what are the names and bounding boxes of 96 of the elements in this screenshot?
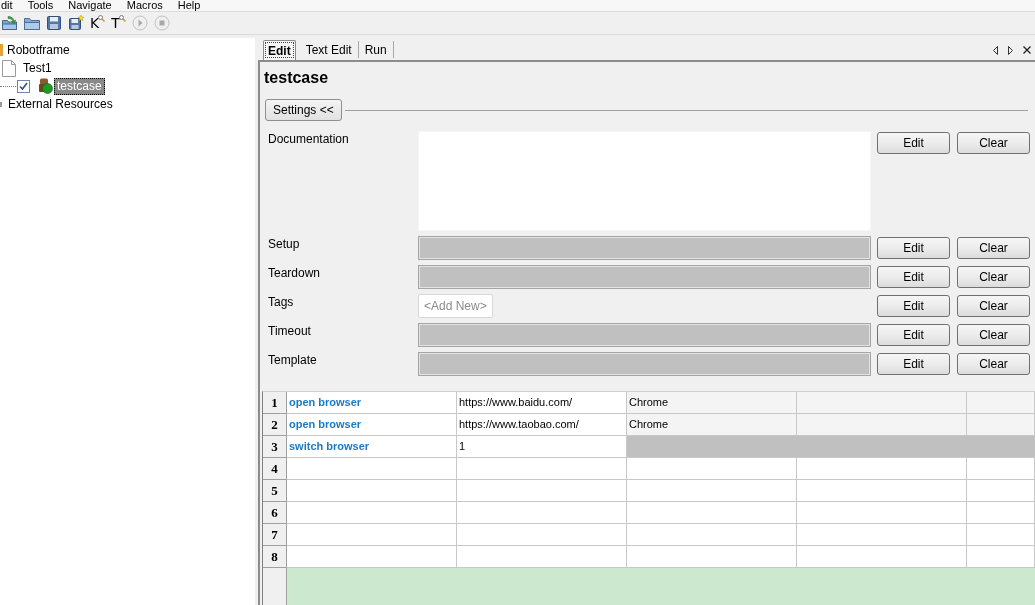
setting-label: Template (268, 352, 318, 367)
search-button[interactable]: T (111, 14, 126, 32)
tab[interactable]: Run (358, 41, 394, 58)
setting-button[interactable]: Clear (957, 237, 1030, 259)
magnifier-icon (118, 14, 126, 22)
setting-label: Timeout (268, 323, 312, 338)
setting-button[interactable]: Clear (957, 353, 1030, 375)
search-button[interactable]: K (90, 14, 106, 32)
tree-item[interactable]: Test1 (20, 59, 55, 77)
table-cell[interactable] (797, 414, 967, 436)
row-number: 2 (263, 414, 287, 436)
keyword-cell[interactable]: open browser (287, 392, 457, 414)
table-cell[interactable]: https://www.taobao.com/ (457, 414, 627, 436)
row-number: 6 (263, 502, 287, 524)
table-cell[interactable] (967, 414, 1035, 436)
table-cell[interactable] (797, 524, 967, 546)
setting-button[interactable]: Clear (957, 324, 1030, 346)
table-cell[interactable] (457, 546, 627, 568)
tree-line (0, 85, 16, 87)
row-number: 8 (263, 546, 287, 568)
row-number: 1 (263, 392, 287, 414)
row-number: 7 (263, 524, 287, 546)
row-number: 3 (263, 436, 287, 458)
magnifier-icon (98, 14, 106, 22)
table-cell[interactable]: Chrome (627, 414, 797, 436)
table-cell[interactable]: 1 (457, 436, 627, 458)
setting-button[interactable]: Edit (877, 266, 950, 288)
folder-icon[interactable] (24, 15, 40, 31)
setting-button[interactable]: Edit (877, 132, 950, 154)
table-cell[interactable] (967, 502, 1035, 524)
tab[interactable]: Edit (263, 40, 296, 60)
tree-item[interactable]: External Resources (5, 95, 116, 113)
table-cell[interactable] (627, 458, 797, 480)
row-number: 4 (263, 458, 287, 480)
close-icon[interactable] (1023, 46, 1031, 54)
add-new-tag[interactable]: <Add New> (418, 294, 493, 318)
table-cell[interactable] (627, 480, 797, 502)
setting-button[interactable]: Clear (957, 132, 1030, 154)
robot-icon (38, 78, 53, 94)
setting-label: Tags (268, 294, 295, 309)
table-cell[interactable] (797, 392, 967, 414)
keyword-cell[interactable]: open browser (287, 414, 457, 436)
table-cell[interactable] (457, 524, 627, 546)
setting-button[interactable]: Clear (957, 266, 1030, 288)
settings-toggle-button[interactable]: Settings << (265, 99, 342, 121)
table-cell[interactable] (967, 524, 1035, 546)
table-cell[interactable]: https://www.baidu.com/ (457, 392, 627, 414)
checkbox[interactable] (17, 79, 30, 93)
table-cell[interactable] (627, 524, 797, 546)
tab[interactable]: Text Edit (299, 41, 359, 58)
table-cell[interactable] (797, 502, 967, 524)
setting-button[interactable]: Clear (957, 295, 1030, 317)
value-field[interactable] (418, 323, 871, 347)
menu-item[interactable]: dit (1, 0, 13, 11)
menu-item[interactable]: Tools (27, 0, 54, 11)
triangle-right-icon[interactable] (1008, 45, 1013, 55)
table-cell[interactable] (627, 502, 797, 524)
table-cell[interactable] (967, 458, 1035, 480)
table-cell[interactable] (967, 480, 1035, 502)
table-cell[interactable] (457, 458, 627, 480)
table-cell[interactable] (287, 480, 457, 502)
row-number: 5 (263, 480, 287, 502)
table-cell[interactable] (287, 458, 457, 480)
table-cell[interactable] (457, 502, 627, 524)
table-cell[interactable] (797, 458, 967, 480)
table-cell[interactable] (627, 546, 797, 568)
menu-item[interactable]: Help (177, 0, 201, 11)
table-cell[interactable] (287, 524, 457, 546)
keyword-cell[interactable]: switch browser (287, 436, 457, 458)
table-cell[interactable] (287, 546, 457, 568)
tree-item[interactable]: Robotframe (4, 41, 73, 59)
table-cell[interactable] (967, 392, 1035, 414)
save-icon[interactable] (46, 15, 62, 31)
menu-item[interactable]: Navigate (68, 0, 112, 11)
triangle-left-icon[interactable] (993, 45, 998, 55)
tree-item[interactable]: testcase (54, 77, 105, 95)
bar-icon (0, 44, 3, 56)
table-cell[interactable] (457, 480, 627, 502)
value-field[interactable] (418, 236, 871, 260)
setting-label: Documentation (268, 131, 350, 146)
table-cell[interactable]: Chrome (627, 392, 797, 414)
setting-button[interactable]: Edit (877, 324, 950, 346)
setting-button[interactable]: Edit (877, 353, 950, 375)
menu-item[interactable]: Macros (126, 0, 163, 11)
setting-button[interactable]: Edit (877, 237, 950, 259)
table-cell[interactable] (967, 546, 1035, 568)
test-title: testcase (264, 68, 330, 88)
table-cell[interactable] (287, 502, 457, 524)
table-cell[interactable] (797, 480, 967, 502)
folder-arrow-icon[interactable] (2, 15, 18, 31)
value-field[interactable] (418, 352, 871, 376)
table-cell[interactable] (797, 546, 967, 568)
setting-label: Teardown (268, 265, 322, 280)
value-field[interactable] (418, 265, 871, 289)
setting-label: Setup (268, 236, 301, 251)
setting-button[interactable]: Edit (877, 295, 950, 317)
